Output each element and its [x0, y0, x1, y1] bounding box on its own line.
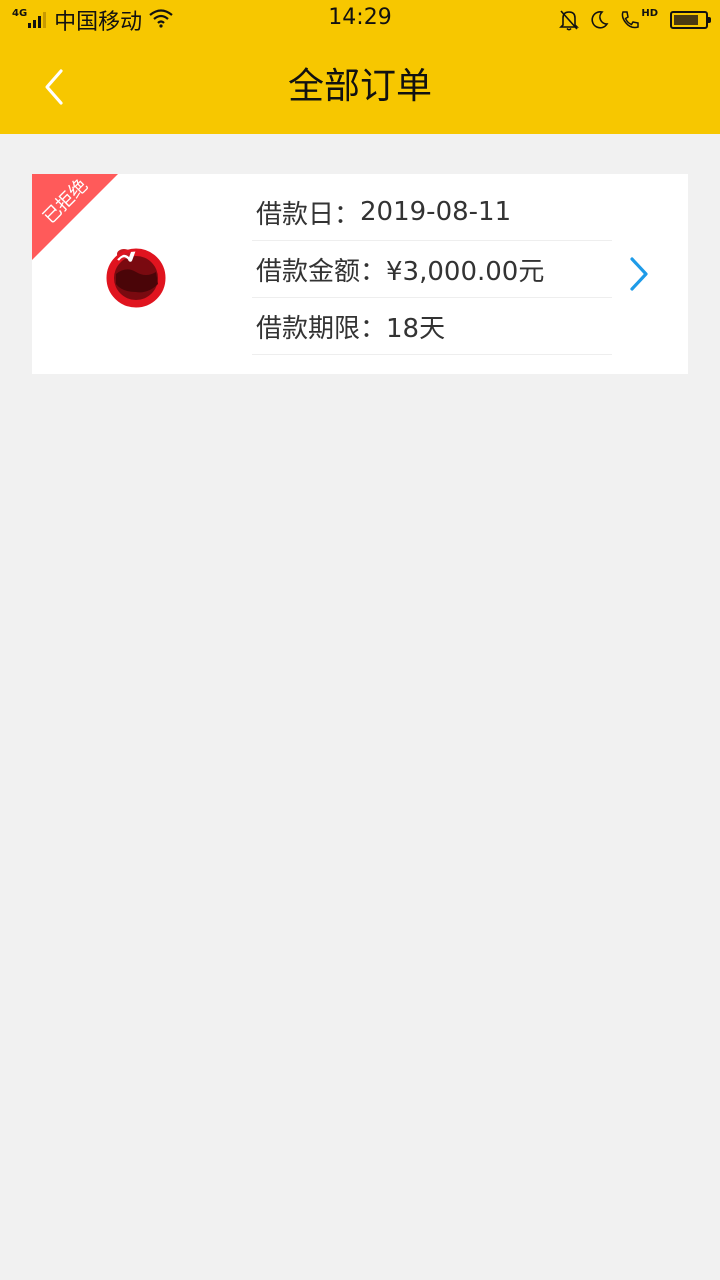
nav-bar: 全部订单 [0, 40, 720, 134]
loan-date-label: 借款日： [256, 199, 361, 230]
loan-date-value: 2019-08-11 [360, 197, 512, 227]
loan-term-label: 借款期限： [256, 313, 387, 344]
mute-bell-icon [559, 9, 580, 31]
loan-date-row: 借款日： 2019-08-11 [252, 184, 612, 241]
lender-logo-icon [104, 244, 168, 312]
page-title: 全部订单 [287, 66, 432, 107]
status-right: HD [549, 7, 711, 33]
loan-amount-value: ¥3,000.00元 [386, 256, 545, 287]
loan-term-row: 借款期限： 18天 [252, 298, 612, 355]
battery-icon [670, 11, 711, 29]
loan-amount-row: 借款金额： ¥3,000.00元 [252, 241, 612, 298]
loan-term-value: 18天 [386, 313, 446, 344]
order-info: 借款日： 2019-08-11 借款金额： ¥3,000.00元 借款期限： 18天 [252, 184, 612, 355]
status-bar: 4G 中国移动 14:29 HD [0, 0, 720, 40]
loan-amount-label: 借款金额： [256, 256, 387, 287]
order-card[interactable]: 已拒绝 借款日： 2019-08-11 借款金额： ¥3,000.00元 借款期限：… [32, 174, 688, 374]
hd-call-icon: HD [619, 7, 658, 31]
battery-level [674, 15, 698, 25]
moon-icon [589, 10, 609, 30]
hd-badge: HD [641, 7, 658, 19]
chevron-right-icon[interactable] [624, 254, 654, 294]
